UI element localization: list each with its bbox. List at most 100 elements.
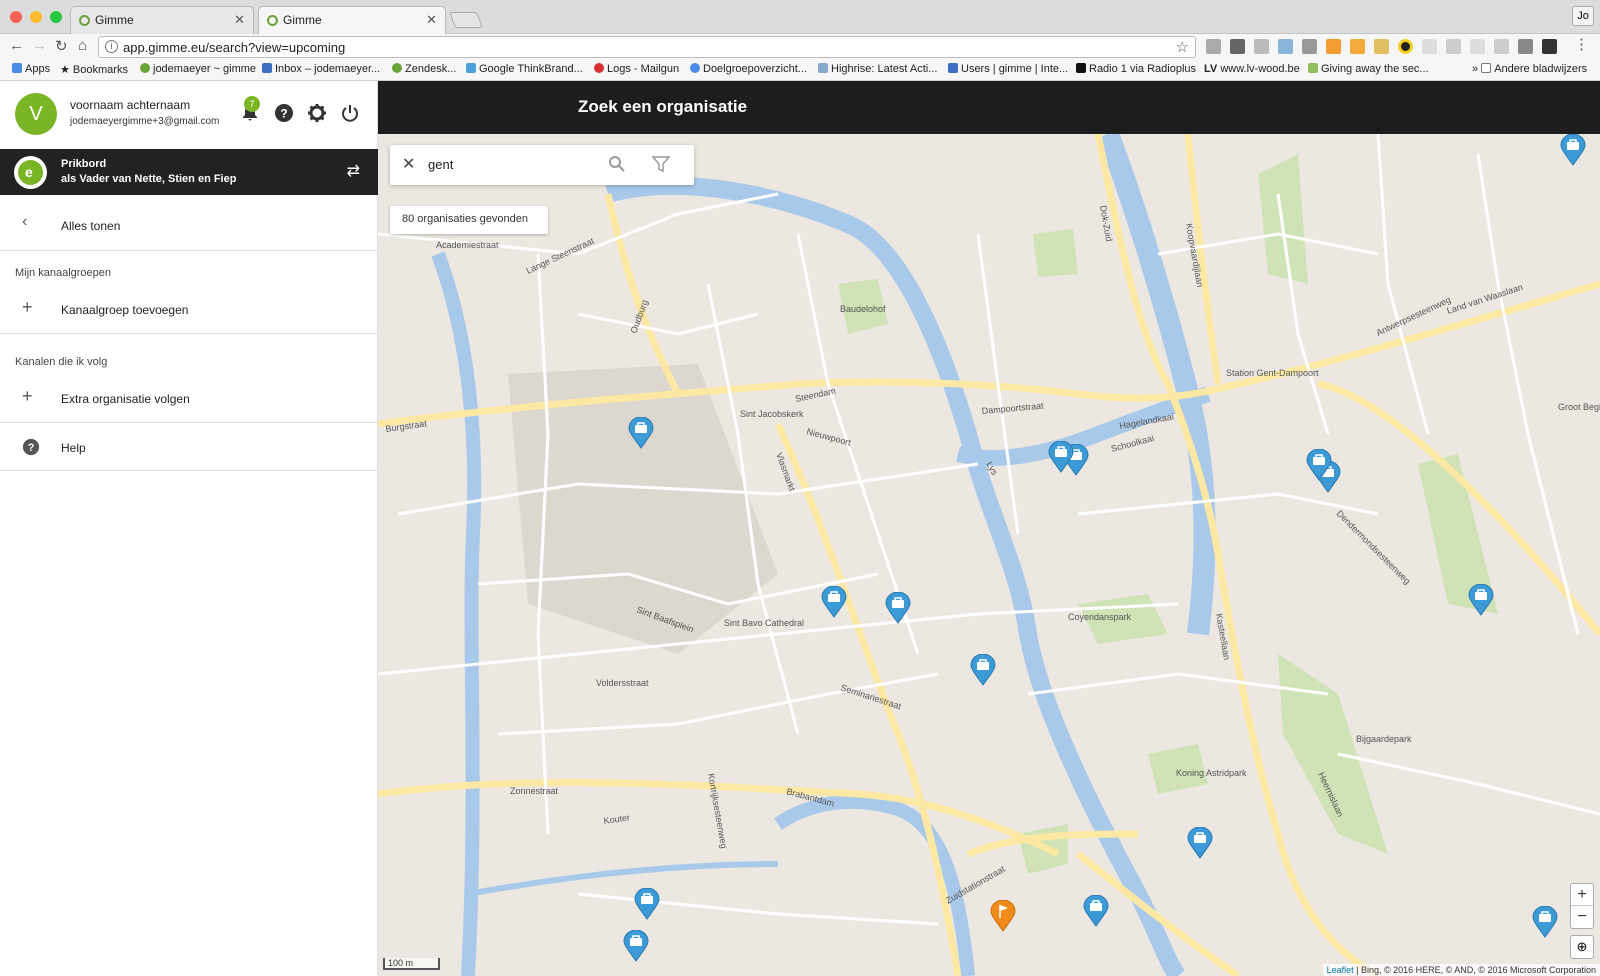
organisation-pin[interactable] (1083, 894, 1109, 927)
extension-icon[interactable] (1326, 39, 1341, 54)
bookmark-inbox[interactable]: Inbox – jodemaeyer... (262, 63, 380, 75)
locate-me-button[interactable]: ⊕ (1570, 935, 1594, 959)
menu-icon[interactable]: ⋮ (1574, 35, 1589, 53)
extension-icon[interactable] (1494, 39, 1509, 54)
maximize-window-button[interactable] (50, 11, 62, 23)
map-label: Sint Bavo Cathedral (724, 618, 804, 628)
filter-icon[interactable] (652, 155, 670, 173)
avatar[interactable]: V (15, 93, 57, 135)
extension-icon[interactable] (1518, 39, 1533, 54)
bookmark-star-icon[interactable]: ☆ (1176, 38, 1189, 56)
add-organisation-row[interactable]: + Extra organisatie volgen (0, 378, 378, 418)
bookmark-google-thinkbrand[interactable]: Google ThinkBrand... (466, 63, 583, 75)
bookmark-users-gimme[interactable]: Users | gimme | Inte... (948, 63, 1068, 75)
extension-icon[interactable] (1422, 39, 1437, 54)
bookmark-jodemaeyer-gimme[interactable]: jodemaeyer ~ gimme (140, 63, 256, 75)
close-window-button[interactable] (10, 11, 22, 23)
back-arrow-icon[interactable]: ← (9, 37, 24, 54)
clear-search-icon[interactable]: ✕ (402, 154, 415, 174)
organisation-pin[interactable] (821, 585, 847, 618)
map[interactable]: Academiestraat Lange Steenstraat Oudburg… (378, 134, 1600, 976)
bookmark-label: Andere bladwijzers (1494, 63, 1588, 75)
gear-icon[interactable] (307, 103, 327, 123)
bookmark-mailgun[interactable]: Logs - Mailgun (594, 63, 679, 75)
briefcase-pin-icon (628, 416, 654, 449)
bookmark-radio1[interactable]: Radio 1 via Radioplus (1076, 63, 1196, 75)
search-icon[interactable] (608, 155, 626, 173)
browser-toolbar: ← → ↻ ⌂ i app.gimme.eu/search?view=upcom… (0, 34, 1600, 60)
zoom-in-button[interactable]: + (1571, 884, 1593, 906)
forward-arrow-icon[interactable]: → (32, 37, 47, 54)
organisation-pin[interactable] (970, 653, 996, 686)
home-icon[interactable]: ⌂ (78, 37, 87, 54)
organisation-pin[interactable] (1532, 905, 1558, 938)
briefcase-pin-icon (1560, 134, 1586, 166)
briefcase-pin-icon (634, 887, 660, 920)
bookmark-bookmarks[interactable]: ★ Bookmarks (60, 63, 128, 76)
show-all-row[interactable]: ‹ Alles tonen (0, 205, 378, 250)
organisation-pin[interactable] (628, 416, 654, 449)
add-group-row[interactable]: + Kanaalgroep toevoegen (0, 289, 378, 329)
close-tab-icon[interactable]: ✕ (234, 12, 245, 28)
organisation-pin[interactable] (634, 887, 660, 920)
browser-tab-2[interactable]: Gimme ✕ (258, 6, 446, 34)
map-label: Lange Steenstraat (525, 235, 596, 275)
extension-icon[interactable] (1398, 39, 1413, 54)
extension-icon[interactable] (1254, 39, 1269, 54)
extension-icon[interactable] (1542, 39, 1557, 54)
organisation-pin[interactable] (623, 929, 649, 962)
reload-icon[interactable]: ↻ (55, 37, 68, 55)
new-tab-button[interactable] (449, 12, 483, 28)
bookmark-giving-away[interactable]: Giving away the sec... (1308, 63, 1429, 75)
map-label: Coyendanspark (1068, 612, 1132, 622)
bookmark-label: Apps (25, 63, 51, 75)
extension-icon[interactable] (1230, 39, 1245, 54)
address-bar[interactable]: i app.gimme.eu/search?view=upcoming ☆ (98, 36, 1196, 58)
extension-icon[interactable] (1278, 39, 1293, 54)
extension-icon[interactable] (1446, 39, 1461, 54)
map-label: Kouter (603, 812, 631, 826)
bookmark-highrise[interactable]: Highrise: Latest Acti... (818, 63, 937, 75)
bookmark-doelgroepoverzicht[interactable]: Doelgroepoverzicht... (690, 63, 807, 75)
bookmark-other[interactable]: » Andere bladwijzers (1472, 63, 1587, 75)
bookmark-label: Inbox – jodemaeyer... (275, 63, 381, 75)
extension-icon[interactable] (1350, 39, 1365, 54)
park-area (1278, 654, 1388, 854)
close-tab-icon[interactable]: ✕ (426, 12, 437, 28)
show-all-label: Alles tonen (61, 219, 121, 233)
info-icon[interactable]: i (105, 40, 118, 53)
browser-tab-1[interactable]: Gimme ✕ (70, 6, 254, 34)
organisation-pin[interactable] (1306, 448, 1332, 481)
zoom-out-button[interactable]: − (1571, 906, 1593, 928)
prikbord-switcher[interactable]: e Prikbord als Vader van Nette, Stien en… (0, 149, 378, 195)
app-bar: Zoek een organisatie (378, 81, 1600, 134)
minimize-window-button[interactable] (30, 11, 42, 23)
sidebar: V voornaam achternaam jodemaeyergimme+3@… (0, 81, 378, 976)
organisation-pin[interactable] (1187, 826, 1213, 859)
briefcase-pin-icon (1083, 894, 1109, 927)
extension-icon[interactable] (1206, 39, 1221, 54)
event-pin[interactable] (990, 899, 1016, 932)
power-icon[interactable] (340, 103, 360, 123)
plus-icon: + (22, 297, 33, 317)
briefcase-pin-icon (1187, 826, 1213, 859)
profile-button[interactable]: Jo (1572, 6, 1594, 26)
chevron-double-right-icon: » (1472, 63, 1482, 75)
extension-icon[interactable] (1302, 39, 1317, 54)
leaflet-link[interactable]: Leaflet (1327, 965, 1354, 975)
bookmark-lv-wood[interactable]: LV www.lv-wood.be (1204, 63, 1300, 75)
organisation-pin[interactable] (1560, 134, 1586, 166)
help-icon[interactable]: ? (274, 103, 294, 123)
swap-arrows-icon[interactable]: ⇄ (347, 161, 360, 181)
map-label: Dampoortstraat (981, 401, 1044, 416)
organisation-pin[interactable] (1468, 583, 1494, 616)
bookmark-apps[interactable]: Apps (12, 63, 50, 75)
extension-icon[interactable] (1374, 39, 1389, 54)
organisation-pin[interactable] (885, 591, 911, 624)
result-count: 80 organisaties gevonden (390, 206, 548, 234)
extension-icon[interactable] (1470, 39, 1485, 54)
search-input[interactable]: gent (428, 157, 453, 172)
organisation-pin[interactable] (1048, 440, 1074, 473)
help-row[interactable]: ? Help (0, 426, 378, 470)
bookmark-zendesk[interactable]: Zendesk... (392, 63, 456, 75)
